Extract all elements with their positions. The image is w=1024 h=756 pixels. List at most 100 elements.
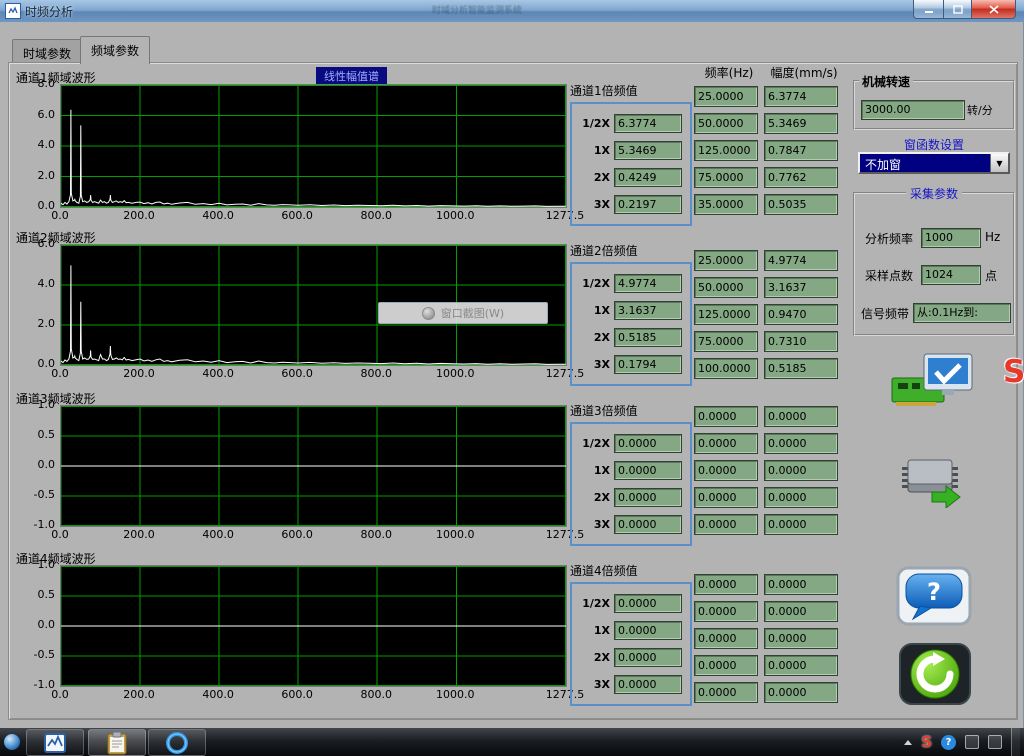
maximize-button[interactable] [944,0,971,19]
freq-cell: 0.0000 [694,460,758,481]
chip-icon[interactable] [900,450,966,512]
start-button[interactable] [4,734,20,750]
window-title: 时频分析 [25,3,73,20]
y-tick-label: 1.0 [38,559,56,571]
window-function-label: 窗函数设置 [853,136,1015,153]
analysis-freq-label: 分析频率 [865,230,913,247]
channel2-freq-amp-table: 25.00004.9774 50.00003.1637 125.00000.94… [694,250,838,379]
channel4-harmonics-title: 通道4倍频值 [570,562,692,579]
channel1-y-axis: 0.02.04.06.08.0 [16,84,60,208]
tab-time-domain[interactable]: 时域参数 [12,39,82,64]
channel4-freq-amp-table: 0.00000.0000 0.00000.0000 0.00000.0000 0… [694,574,838,703]
harmonic-order-label: 1/2X [576,277,610,290]
freq-cell: 75.0000 [694,331,758,352]
blue-ring-icon [165,731,189,755]
sogou-floating-icon[interactable]: S [1003,354,1024,390]
channel2-y-axis: 0.02.04.06.0 [16,244,60,366]
amp-cell: 0.9470 [764,304,838,325]
close-button[interactable] [971,0,1016,19]
tray-icon-a[interactable] [965,735,979,749]
channel3-harmonics-title: 通道3倍频值 [570,402,692,419]
y-tick-label: -0.5 [34,649,55,661]
help-icon[interactable]: ? [896,566,972,630]
title-bar: 时频分析 时域分析智能监测系统 [0,0,1024,22]
channel3-harmonics-box: 1/2X0.0000 1X0.0000 2X0.0000 3X0.0000 [570,422,692,546]
harmonic-value: 0.0000 [614,675,682,694]
channel1-freq-amp-table: 25.00006.3774 50.00005.3469 125.00000.78… [694,86,838,215]
channel3-wave-label: 通道3频域波形 [16,392,96,406]
analysis-freq-value[interactable]: 1000 [921,228,981,248]
tray-icon-b[interactable] [988,735,1002,749]
channel3-harmonics-panel: 通道3倍频值 1/2X0.0000 1X0.0000 2X0.0000 3X0.… [570,402,692,546]
channel1-harmonics-box: 1/2X6.3774 1X5.3469 2X0.4249 3X0.2197 [570,102,692,226]
channel1-wave-label: 通道1频域波形 [16,71,96,85]
harmonic-value: 5.3469 [614,141,682,160]
freq-cell: 25.0000 [694,250,758,271]
x-tick-label: 200.0 [115,528,163,541]
taskbar-app-labview[interactable] [26,729,84,756]
x-tick-label: 1000.0 [431,528,479,541]
speed-value[interactable]: 3000.00 [861,100,965,120]
x-tick-label: 800.0 [352,528,400,541]
channel1-x-axis: 0.0200.0400.0600.0800.01000.01277.5 [60,208,576,223]
taskbar-app-clipboard[interactable] [88,729,146,756]
freq-cell: 125.0000 [694,140,758,161]
harmonic-order-label: 3X [576,518,610,531]
x-tick-label: 0.0 [36,528,84,541]
sogou-tray-icon[interactable]: S [921,733,932,751]
harmonic-order-label: 3X [576,678,610,691]
channel1-spectrum-plot [60,84,567,208]
taskbar-app-browser[interactable] [148,729,206,756]
channel2-x-axis: 0.0200.0400.0600.0800.01000.01277.5 [60,366,576,381]
acquisition-group: 采集参数 分析频率 1000 Hz 采样点数 1024 点 信号频带 从:0.1… [853,192,1015,336]
speed-group-title: 机械转速 [859,73,913,90]
channel4-y-axis: -1.0-0.50.00.51.0 [16,565,60,687]
channel2-harmonics-title: 通道2倍频值 [570,242,692,259]
harmonic-value: 0.2197 [614,195,682,214]
speed-unit-label: 转/分 [967,102,993,118]
amp-cell: 0.7762 [764,167,838,188]
amp-cell: 0.0000 [764,601,838,622]
sample-count-value[interactable]: 1024 [921,265,981,285]
show-desktop-button[interactable] [1011,728,1020,756]
channel4-harmonics-box: 1/2X0.0000 1X0.0000 2X0.0000 3X0.0000 [570,582,692,706]
window-function-dropdown[interactable]: 不加窗 ▼ [858,152,1010,174]
daq-card-icon[interactable] [890,352,976,414]
harmonic-value: 0.0000 [614,461,682,480]
screenshot-overlay-label: 窗口截图(W) [441,305,504,321]
x-tick-label: 200.0 [115,367,163,380]
help-tray-icon[interactable]: ? [941,735,956,750]
svg-text:?: ? [927,578,941,606]
freq-cell: 25.0000 [694,86,758,107]
y-tick-label: 0.0 [38,459,56,471]
harmonic-order-label: 2X [576,331,610,344]
freq-column-header: 频率(Hz) [694,64,764,81]
channel3-freq-amp-table: 0.00000.0000 0.00000.0000 0.00000.0000 0… [694,406,838,535]
x-tick-label: 400.0 [194,367,242,380]
x-tick-label: 800.0 [352,367,400,380]
harmonic-value: 0.0000 [614,621,682,640]
x-tick-label: 800.0 [352,688,400,701]
harmonic-value: 0.0000 [614,515,682,534]
tab-frequency-domain[interactable]: 频域参数 [80,36,150,64]
channel3-x-axis: 0.0200.0400.0600.0800.01000.01277.5 [60,527,576,542]
screenshot-overlay-button[interactable]: 窗口截图(W) [378,302,548,324]
minimize-button[interactable] [913,0,944,19]
x-tick-label: 600.0 [273,688,321,701]
harmonic-value: 0.5185 [614,328,682,347]
y-tick-label: 0.5 [38,589,56,601]
freq-cell: 0.0000 [694,433,758,454]
harmonic-value: 0.0000 [614,594,682,613]
dropdown-arrow-icon[interactable]: ▼ [990,154,1008,172]
x-tick-label: 400.0 [194,688,242,701]
camera-icon [422,307,435,320]
harmonic-value: 4.9774 [614,274,682,293]
tray-expander-icon[interactable] [904,740,912,745]
amp-cell: 0.0000 [764,433,838,454]
channel4-harmonics-panel: 通道4倍频值 1/2X0.0000 1X0.0000 2X0.0000 3X0.… [570,562,692,706]
y-tick-label: 0.5 [38,429,56,441]
freq-cell: 35.0000 [694,194,758,215]
refresh-icon[interactable] [896,642,974,710]
harmonic-order-label: 3X [576,358,610,371]
x-tick-label: 0.0 [36,367,84,380]
